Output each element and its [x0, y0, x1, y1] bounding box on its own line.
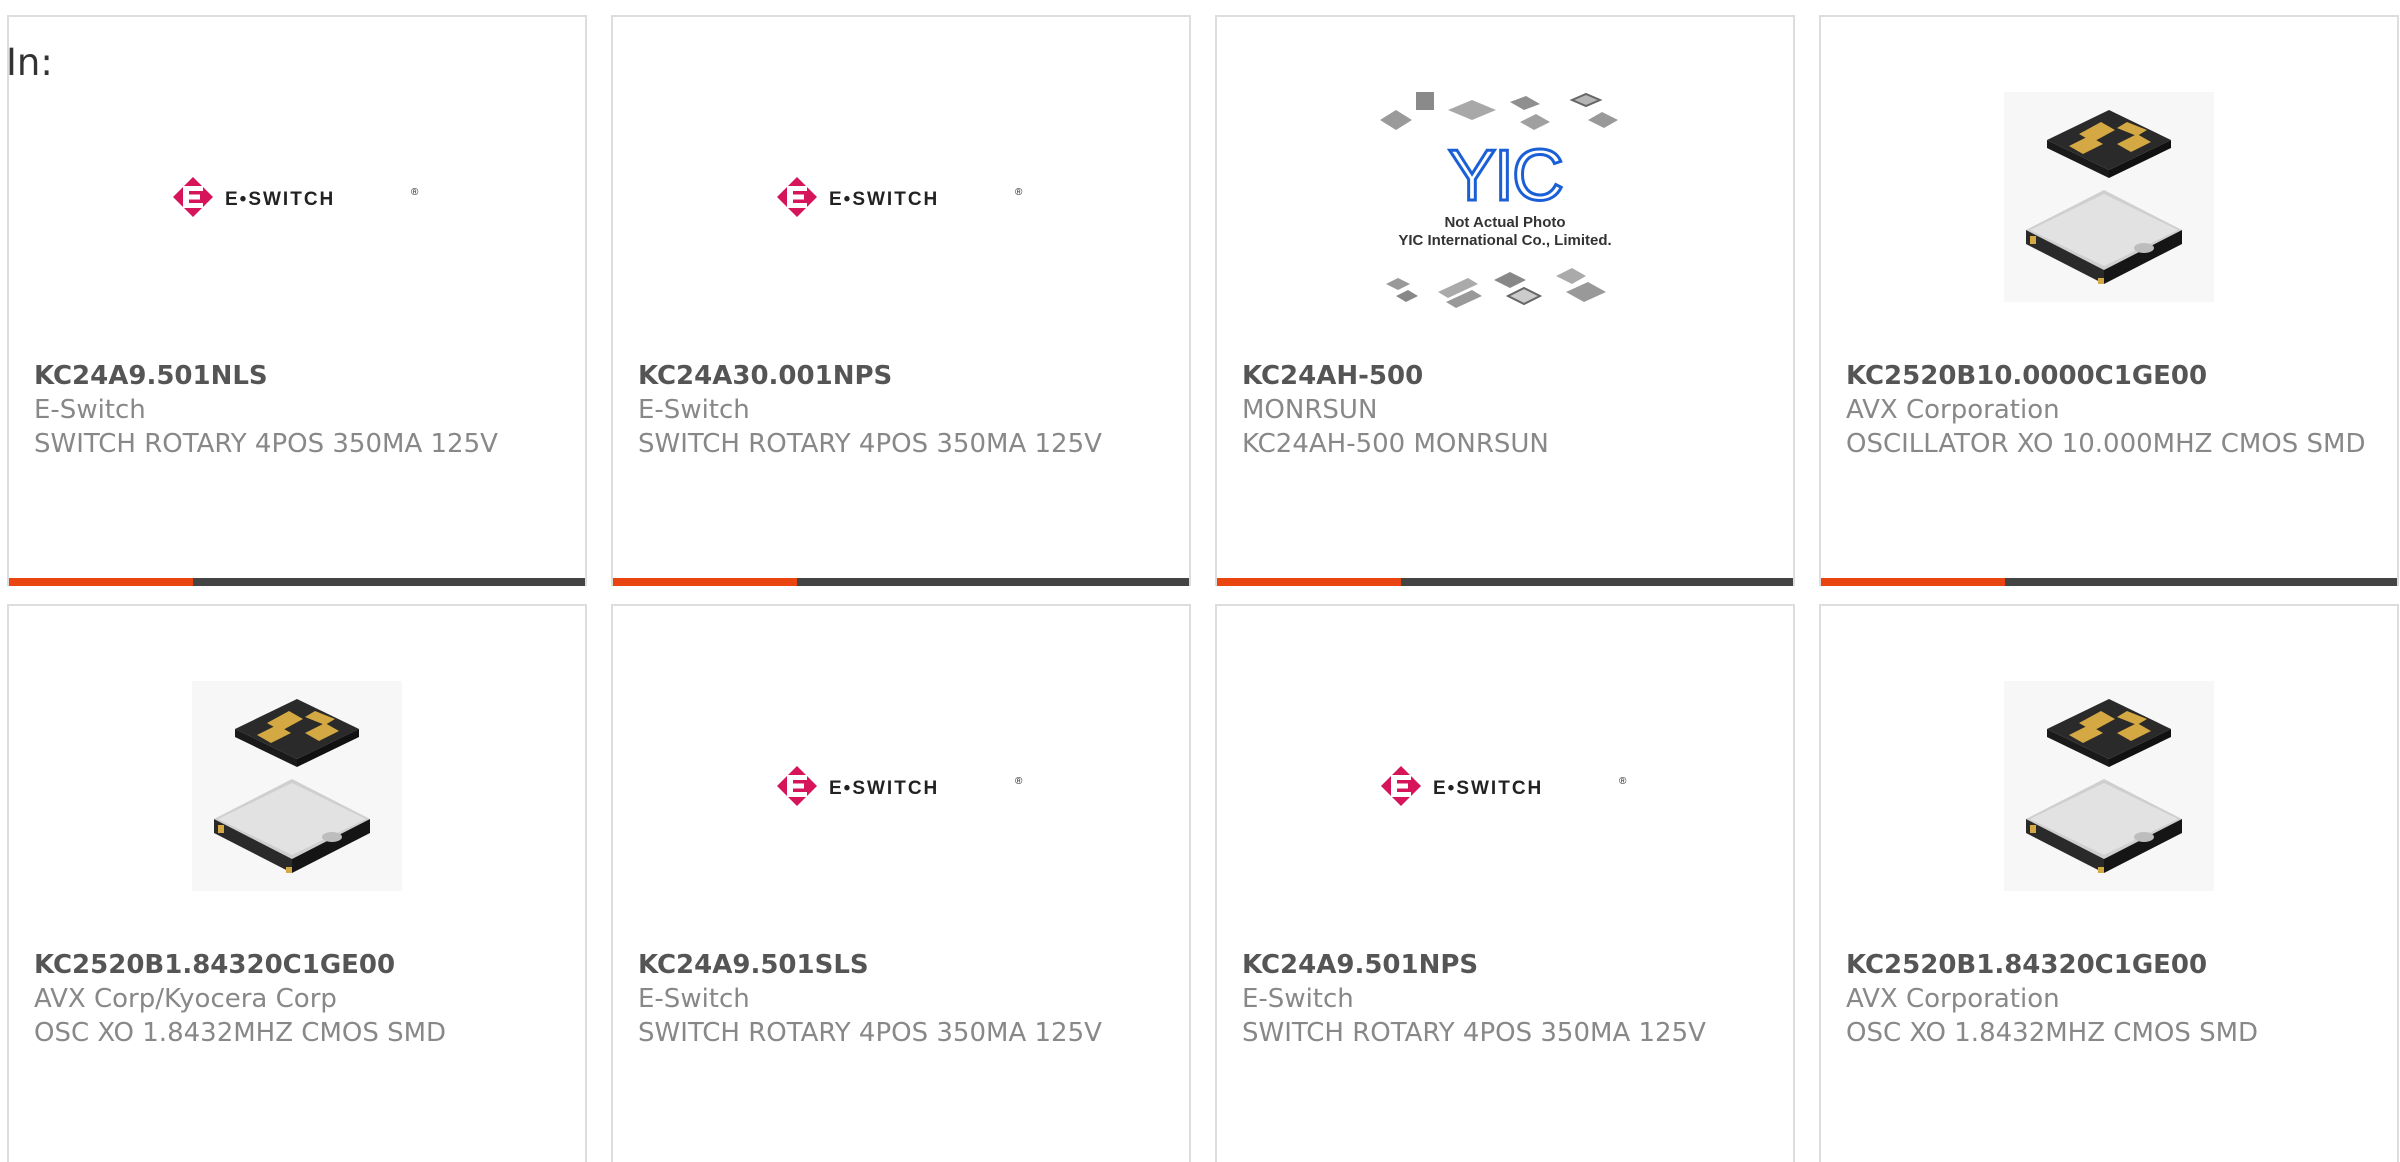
product-grid-page: In: E•SWITCH ® KC24A9.501NLS E-Switch SW…	[0, 0, 2400, 1162]
manufacturer: E-Switch	[638, 395, 750, 425]
product-image[interactable]: E•SWITCH ®	[613, 646, 1189, 926]
part-number[interactable]: KC24A9.501NLS	[34, 359, 554, 393]
product-card[interactable]: YIC Not Actual Photo YIC International C…	[1215, 15, 1795, 586]
eswitch-logo-icon: E•SWITCH ®	[777, 177, 1023, 217]
svg-text:Not Actual Photo: Not Actual Photo	[1444, 214, 1565, 231]
description: KC24AH-500 MONRSUN	[1242, 429, 1549, 459]
progress-fill	[613, 578, 798, 586]
product-image[interactable]	[1821, 646, 2397, 926]
product-image[interactable]	[1821, 57, 2397, 337]
manufacturer: AVX Corporation	[1846, 984, 2060, 1014]
manufacturer: E-Switch	[34, 395, 146, 425]
manufacturer: E-Switch	[1242, 984, 1354, 1014]
part-number[interactable]: KC24A9.501NPS	[1242, 948, 1762, 982]
crystal-oscillator-icon	[192, 681, 402, 891]
eswitch-logo-icon: E•SWITCH ®	[1381, 766, 1627, 806]
description: OSCILLATOR XO 10.000MHZ CMOS SMD	[1846, 429, 2366, 459]
svg-text:YIC: YIC	[1448, 136, 1562, 216]
eswitch-logo-icon: E•SWITCH ®	[173, 177, 419, 217]
part-number[interactable]: KC24AH-500	[1242, 359, 1762, 393]
manufacturer: E-Switch	[638, 984, 750, 1014]
product-image[interactable]: E•SWITCH ®	[9, 57, 585, 337]
svg-text:YIC International Co., Limited: YIC International Co., Limited.	[1398, 232, 1611, 249]
svg-text:®: ®	[1619, 776, 1627, 787]
product-card[interactable]: E•SWITCH ® KC24A30.001NPS E-Switch SWITC…	[611, 15, 1191, 586]
description: SWITCH ROTARY 4POS 350MA 125V	[638, 429, 1102, 459]
product-image[interactable]: E•SWITCH ®	[613, 57, 1189, 337]
part-number[interactable]: KC2520B10.0000C1GE00	[1846, 359, 2366, 393]
progress-fill	[1821, 578, 2006, 586]
part-number[interactable]: KC2520B1.84320C1GE00	[34, 948, 554, 982]
manufacturer: AVX Corp/Kyocera Corp	[34, 984, 337, 1014]
svg-text:E•SWITCH: E•SWITCH	[829, 778, 939, 799]
crystal-oscillator-icon	[2004, 92, 2214, 302]
svg-text:®: ®	[1015, 187, 1023, 198]
description: SWITCH ROTARY 4POS 350MA 125V	[34, 429, 498, 459]
product-card[interactable]: E•SWITCH ® KC24A9.501SLS E-Switch SWITCH…	[611, 604, 1191, 1162]
svg-text:E•SWITCH: E•SWITCH	[225, 189, 335, 210]
product-card[interactable]: KC2520B1.84320C1GE00 AVX Corp/Kyocera Co…	[7, 604, 587, 1162]
part-number[interactable]: KC24A9.501SLS	[638, 948, 1158, 982]
progress-bar	[1821, 578, 2397, 586]
crystal-oscillator-icon	[2004, 681, 2214, 891]
not-actual-photo-placeholder-icon: YIC Not Actual Photo YIC International C…	[1380, 92, 1618, 308]
progress-bar	[613, 578, 1189, 586]
product-card[interactable]: E•SWITCH ® KC24A9.501NLS E-Switch SWITCH…	[7, 15, 587, 586]
description: OSC XO 1.8432MHZ CMOS SMD	[1846, 1018, 2259, 1048]
svg-text:E•SWITCH: E•SWITCH	[829, 189, 939, 210]
svg-text:®: ®	[1015, 776, 1023, 787]
product-image[interactable]: YIC Not Actual Photo YIC International C…	[1217, 57, 1793, 337]
manufacturer: AVX Corporation	[1846, 395, 2060, 425]
product-image[interactable]	[9, 646, 585, 926]
product-card[interactable]: KC2520B10.0000C1GE00 AVX Corporation OSC…	[1819, 15, 2399, 586]
description: OSC XO 1.8432MHZ CMOS SMD	[34, 1018, 447, 1048]
part-number[interactable]: KC2520B1.84320C1GE00	[1846, 948, 2366, 982]
description: SWITCH ROTARY 4POS 350MA 125V	[638, 1018, 1102, 1048]
progress-bar	[1217, 578, 1793, 586]
part-number[interactable]: KC24A30.001NPS	[638, 359, 1158, 393]
product-card[interactable]: E•SWITCH ® KC24A9.501NPS E-Switch SWITCH…	[1215, 604, 1795, 1162]
svg-text:E•SWITCH: E•SWITCH	[1433, 778, 1543, 799]
progress-fill	[9, 578, 194, 586]
product-image[interactable]: E•SWITCH ®	[1217, 646, 1793, 926]
progress-fill	[1217, 578, 1402, 586]
progress-bar	[9, 578, 585, 586]
manufacturer: MONRSUN	[1242, 395, 1378, 425]
eswitch-logo-icon: E•SWITCH ®	[777, 766, 1023, 806]
in-label: In:	[6, 41, 53, 84]
description: SWITCH ROTARY 4POS 350MA 125V	[1242, 1018, 1706, 1048]
product-card[interactable]: KC2520B1.84320C1GE00 AVX Corporation OSC…	[1819, 604, 2399, 1162]
svg-text:®: ®	[411, 187, 419, 198]
